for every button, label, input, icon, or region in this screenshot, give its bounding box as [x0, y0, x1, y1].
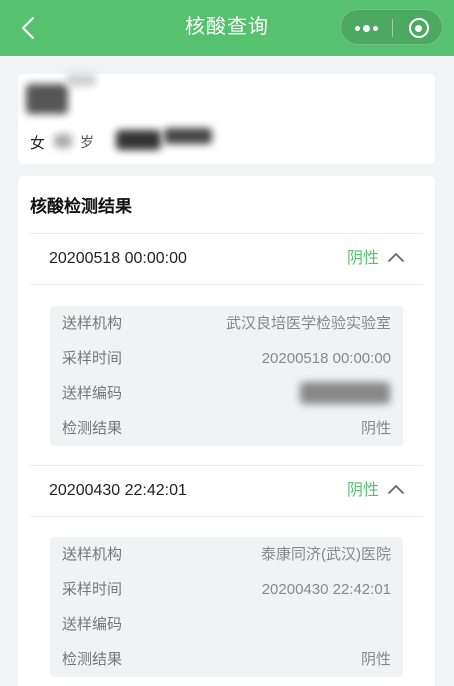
detail-label: 送样机构 [62, 546, 123, 563]
more-dots-icon [355, 24, 378, 32]
record-status: 阴性 [346, 482, 379, 499]
redacted-name-extra [66, 74, 96, 86]
record-date: 20200430 22:42:01 [49, 482, 187, 499]
detail-label: 采样时间 [62, 350, 123, 367]
detail-value: 阴性 [360, 651, 391, 668]
record-detail-box: 送样机构 武汉良培医学检验实验室 采样时间 20200518 00:00:00 … [50, 306, 403, 446]
detail-row: 送样机构 武汉良培医学检验实验室 [50, 306, 403, 341]
redacted-id [116, 130, 161, 150]
mini-program-capsule [340, 9, 443, 45]
redacted-age [54, 134, 72, 148]
detail-row: 采样时间 20200518 00:00:00 [50, 341, 403, 376]
detail-label: 检测结果 [62, 651, 123, 668]
nav-bar: 核酸查询 [0, 0, 454, 56]
detail-value: 20200518 00:00:00 [261, 350, 391, 367]
record-detail-box: 送样机构 泰康同济(武汉)医院 采样时间 20200430 22:42:01 送… [50, 537, 403, 677]
detail-value: 20200430 22:42:01 [261, 581, 391, 598]
person-info-card: 女 岁 [18, 74, 435, 164]
detail-row: 送样编码 [50, 607, 403, 642]
detail-row: 检测结果 阴性 [50, 411, 403, 446]
redacted-name [26, 84, 68, 114]
record-status: 阴性 [346, 250, 379, 267]
detail-value: 武汉良培医学检验实验室 [225, 315, 391, 332]
record-header[interactable]: 20200518 00:00:00 阴性 [30, 233, 423, 285]
chevron-up-icon [388, 253, 404, 262]
target-circle-icon [408, 18, 429, 38]
detail-row: 采样时间 20200430 22:42:01 [50, 572, 403, 607]
detail-row: 检测结果 阴性 [50, 642, 403, 677]
record-date: 20200518 00:00:00 [49, 250, 187, 267]
detail-value: 阴性 [360, 420, 391, 437]
results-title: 核酸检测结果 [30, 197, 132, 216]
detail-value: 泰康同济(武汉)医院 [261, 546, 391, 563]
detail-row: 送样机构 泰康同济(武汉)医院 [50, 537, 403, 572]
person-gender: 女 [30, 135, 46, 152]
person-age-unit: 岁 [80, 134, 94, 150]
detail-label: 送样编码 [62, 385, 123, 402]
results-card: 核酸检测结果 20200518 00:00:00 阴性 送样机构 武汉良培医学检… [18, 176, 435, 686]
detail-label: 采样时间 [62, 581, 123, 598]
record-header[interactable]: 20200430 22:42:01 阴性 [30, 465, 423, 517]
redacted-sample-code [300, 382, 390, 404]
detail-row: 送样编码 [50, 376, 403, 411]
detail-label: 检测结果 [62, 420, 123, 437]
redacted-id-extra [164, 128, 212, 144]
more-button[interactable] [341, 10, 392, 46]
detail-label: 送样机构 [62, 315, 123, 332]
detail-label: 送样编码 [62, 616, 123, 633]
close-button[interactable] [393, 10, 444, 46]
chevron-up-icon [388, 485, 404, 494]
